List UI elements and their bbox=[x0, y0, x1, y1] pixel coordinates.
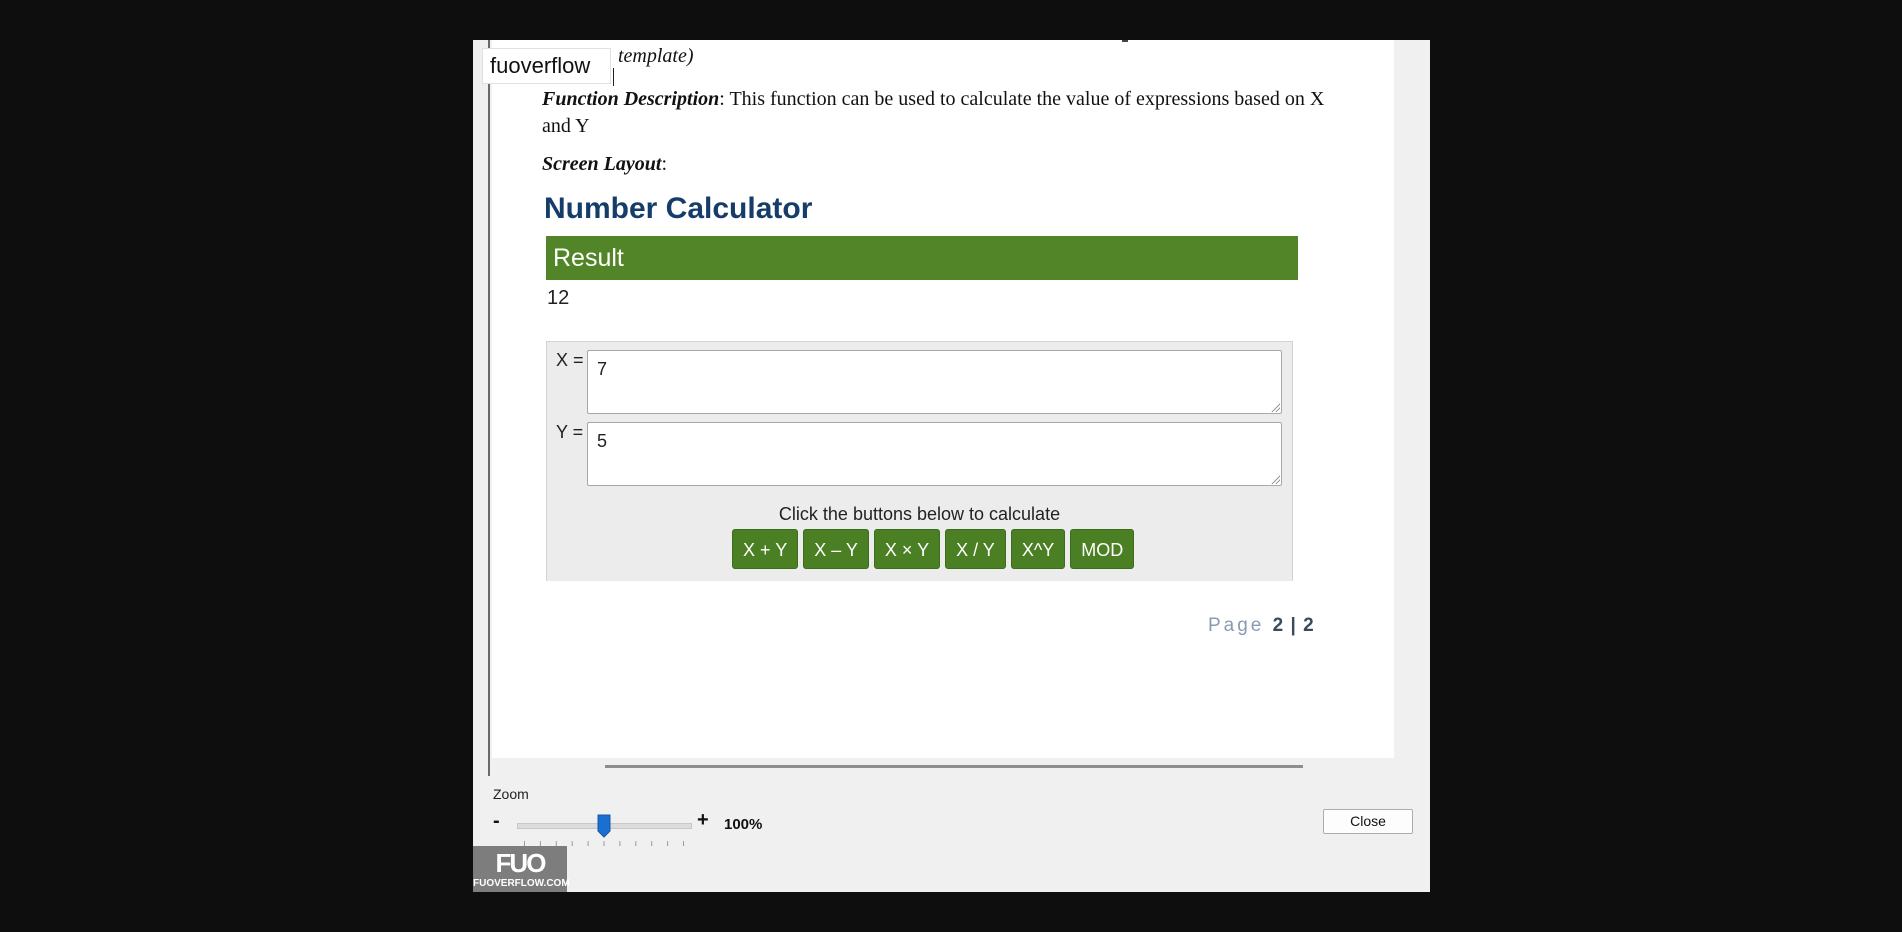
logo-mark: FUO bbox=[495, 848, 547, 878]
screen-layout-heading: Screen Layout: bbox=[542, 153, 667, 176]
x-label: X = bbox=[556, 350, 584, 370]
close-button[interactable]: Close bbox=[1323, 809, 1413, 834]
page-prefix: Page bbox=[1208, 615, 1265, 636]
logo-text: FUOVERFLOW.COM bbox=[473, 878, 570, 889]
y-input[interactable]: 5 bbox=[587, 422, 1282, 486]
subtract-button[interactable]: X – Y bbox=[803, 529, 869, 569]
power-button[interactable]: X^Y bbox=[1010, 529, 1066, 569]
multiply-button[interactable]: X × Y bbox=[873, 529, 941, 569]
calculate-hint: Click the buttons below to calculate bbox=[778, 504, 1061, 524]
mod-button[interactable]: MOD bbox=[1070, 529, 1135, 569]
calculator-title: Number Calculator bbox=[544, 192, 813, 225]
template-text-fragment: template) bbox=[618, 45, 694, 67]
layout-colon: : bbox=[661, 153, 667, 175]
tooltip: fuoverflow bbox=[482, 48, 611, 84]
zoom-in-button[interactable]: + bbox=[697, 809, 709, 832]
document-page: template) Function Description: This fun… bbox=[492, 40, 1394, 758]
watermark-logo: FUO FUOVERFLOW.COM bbox=[473, 846, 570, 892]
result-value: 12 bbox=[547, 287, 570, 309]
result-heading-bar: Result bbox=[546, 236, 1298, 280]
add-button[interactable]: X + Y bbox=[732, 529, 799, 569]
divide-button[interactable]: X / Y bbox=[945, 529, 1006, 569]
page-number-value: 2 | 2 bbox=[1272, 615, 1315, 636]
zoom-slider-thumb[interactable] bbox=[597, 814, 611, 838]
zoom-out-button[interactable]: - bbox=[493, 810, 500, 833]
function-description: Function Description: This function can … bbox=[542, 86, 1332, 140]
page-number: Page 2 | 2 bbox=[1208, 615, 1315, 637]
horizontal-scrollbar[interactable] bbox=[605, 765, 1303, 768]
zoom-value: 100% bbox=[724, 816, 763, 833]
resize-grip-icon[interactable] bbox=[1270, 474, 1280, 484]
resize-grip-icon[interactable] bbox=[1270, 402, 1280, 412]
description-label: Function Description bbox=[542, 88, 720, 110]
zoom-label: Zoom bbox=[493, 786, 529, 802]
x-input-value: 7 bbox=[597, 359, 608, 379]
x-input[interactable]: 7 bbox=[587, 350, 1282, 414]
y-label: Y = bbox=[556, 422, 584, 442]
cut-off-text-line bbox=[1122, 40, 1128, 42]
document-viewer-window: template) Function Description: This fun… bbox=[473, 40, 1430, 892]
operation-button-row: X + Y X – Y X × Y X / Y X^Y MOD bbox=[732, 529, 1135, 569]
calculator-input-panel: X = 7 Y = 5 Click the buttons below to c… bbox=[546, 341, 1293, 581]
document-viewport[interactable]: template) Function Description: This fun… bbox=[488, 40, 1416, 776]
y-input-value: 5 bbox=[597, 431, 608, 451]
layout-label: Screen Layout bbox=[542, 153, 662, 175]
text-cursor bbox=[613, 68, 614, 86]
